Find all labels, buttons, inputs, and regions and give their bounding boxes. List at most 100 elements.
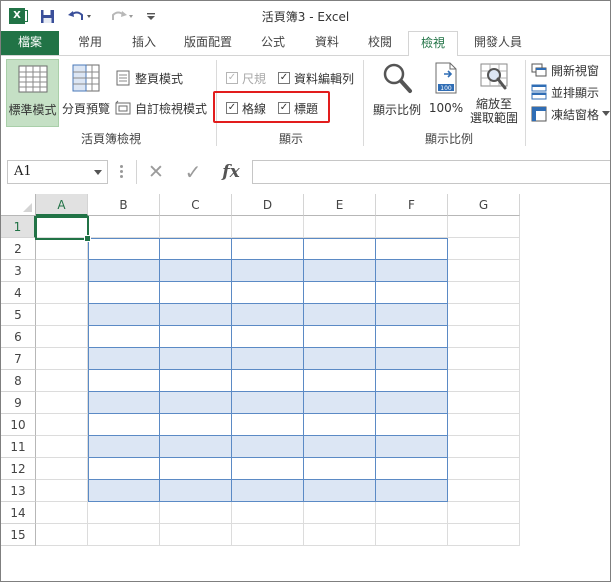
cell-b7[interactable]	[88, 348, 160, 370]
name-box[interactable]: A1	[7, 160, 108, 184]
cell-c5[interactable]	[160, 304, 232, 326]
cell-b4[interactable]	[88, 282, 160, 304]
cell-g13[interactable]	[448, 480, 520, 502]
cell-e1[interactable]	[304, 216, 376, 238]
cell-d13[interactable]	[232, 480, 304, 502]
cell-g1[interactable]	[448, 216, 520, 238]
cell-a15[interactable]	[36, 524, 88, 546]
column-header-g[interactable]: G	[448, 194, 520, 216]
cell-g8[interactable]	[448, 370, 520, 392]
row-header-5[interactable]: 5	[1, 304, 36, 326]
cell-e8[interactable]	[304, 370, 376, 392]
cell-a10[interactable]	[36, 414, 88, 436]
cell-c11[interactable]	[160, 436, 232, 458]
cell-b6[interactable]	[88, 326, 160, 348]
cell-c9[interactable]	[160, 392, 232, 414]
column-header-e[interactable]: E	[304, 194, 376, 216]
cell-e7[interactable]	[304, 348, 376, 370]
cell-b3[interactable]	[88, 260, 160, 282]
cell-b8[interactable]	[88, 370, 160, 392]
cell-d8[interactable]	[232, 370, 304, 392]
cell-g4[interactable]	[448, 282, 520, 304]
cell-c10[interactable]	[160, 414, 232, 436]
arrange-all-button[interactable]: 並排顯示	[531, 82, 599, 102]
cell-g7[interactable]	[448, 348, 520, 370]
cell-d15[interactable]	[232, 524, 304, 546]
row-header-6[interactable]: 6	[1, 326, 36, 348]
cell-f5[interactable]	[376, 304, 448, 326]
cell-b15[interactable]	[88, 524, 160, 546]
cell-e3[interactable]	[304, 260, 376, 282]
cell-g9[interactable]	[448, 392, 520, 414]
cell-c13[interactable]	[160, 480, 232, 502]
cell-d6[interactable]	[232, 326, 304, 348]
cell-d3[interactable]	[232, 260, 304, 282]
row-header-7[interactable]: 7	[1, 348, 36, 370]
column-header-b[interactable]: B	[88, 194, 160, 216]
row-header-11[interactable]: 11	[1, 436, 36, 458]
zoom-button[interactable]: 顯示比例	[369, 59, 425, 127]
cell-f4[interactable]	[376, 282, 448, 304]
cell-a12[interactable]	[36, 458, 88, 480]
tab-formulas[interactable]: 公式	[249, 31, 297, 55]
cell-f9[interactable]	[376, 392, 448, 414]
cell-d2[interactable]	[232, 238, 304, 260]
cell-a2[interactable]	[36, 238, 88, 260]
cell-g5[interactable]	[448, 304, 520, 326]
tab-view[interactable]: 檢視	[408, 31, 458, 56]
cell-c2[interactable]	[160, 238, 232, 260]
cell-g3[interactable]	[448, 260, 520, 282]
confirm-entry-icon[interactable]: ✓	[181, 162, 205, 182]
cell-e11[interactable]	[304, 436, 376, 458]
cell-g15[interactable]	[448, 524, 520, 546]
row-header-14[interactable]: 14	[1, 502, 36, 524]
zoom-100-button[interactable]: 100 100%	[426, 59, 466, 127]
cell-b12[interactable]	[88, 458, 160, 480]
tab-file[interactable]: 檔案	[1, 31, 59, 55]
tab-home[interactable]: 常用	[64, 31, 116, 55]
tab-developer[interactable]: 開發人員	[463, 31, 533, 55]
cell-c3[interactable]	[160, 260, 232, 282]
cell-d5[interactable]	[232, 304, 304, 326]
cell-d7[interactable]	[232, 348, 304, 370]
formula-bar-splitter[interactable]	[120, 163, 123, 181]
cell-b5[interactable]	[88, 304, 160, 326]
cell-f2[interactable]	[376, 238, 448, 260]
cell-c6[interactable]	[160, 326, 232, 348]
zoom-to-selection-button[interactable]: 縮放至 選取範圍	[466, 59, 522, 127]
cell-g10[interactable]	[448, 414, 520, 436]
cell-a13[interactable]	[36, 480, 88, 502]
cell-b13[interactable]	[88, 480, 160, 502]
cell-e10[interactable]	[304, 414, 376, 436]
normal-view-button[interactable]: 標準模式	[6, 59, 59, 127]
row-header-9[interactable]: 9	[1, 392, 36, 414]
tab-page-layout[interactable]: 版面配置	[173, 31, 243, 55]
cell-e13[interactable]	[304, 480, 376, 502]
row-header-2[interactable]: 2	[1, 238, 36, 260]
cell-e9[interactable]	[304, 392, 376, 414]
formula-input[interactable]	[252, 160, 610, 184]
cell-d1[interactable]	[232, 216, 304, 238]
cell-a14[interactable]	[36, 502, 88, 524]
cell-a11[interactable]	[36, 436, 88, 458]
cell-a4[interactable]	[36, 282, 88, 304]
row-header-8[interactable]: 8	[1, 370, 36, 392]
tab-insert[interactable]: 插入	[119, 31, 169, 55]
row-header-4[interactable]: 4	[1, 282, 36, 304]
column-header-d[interactable]: D	[232, 194, 304, 216]
cell-f13[interactable]	[376, 480, 448, 502]
cell-c1[interactable]	[160, 216, 232, 238]
cell-c4[interactable]	[160, 282, 232, 304]
row-header-3[interactable]: 3	[1, 260, 36, 282]
tab-review[interactable]: 校閱	[357, 31, 403, 55]
custom-views-button[interactable]: 自訂檢視模式	[115, 98, 207, 118]
cell-d12[interactable]	[232, 458, 304, 480]
cell-e6[interactable]	[304, 326, 376, 348]
tab-data[interactable]: 資料	[303, 31, 351, 55]
cell-f8[interactable]	[376, 370, 448, 392]
cell-f12[interactable]	[376, 458, 448, 480]
cell-e12[interactable]	[304, 458, 376, 480]
cell-c8[interactable]	[160, 370, 232, 392]
cell-g11[interactable]	[448, 436, 520, 458]
cell-e2[interactable]	[304, 238, 376, 260]
